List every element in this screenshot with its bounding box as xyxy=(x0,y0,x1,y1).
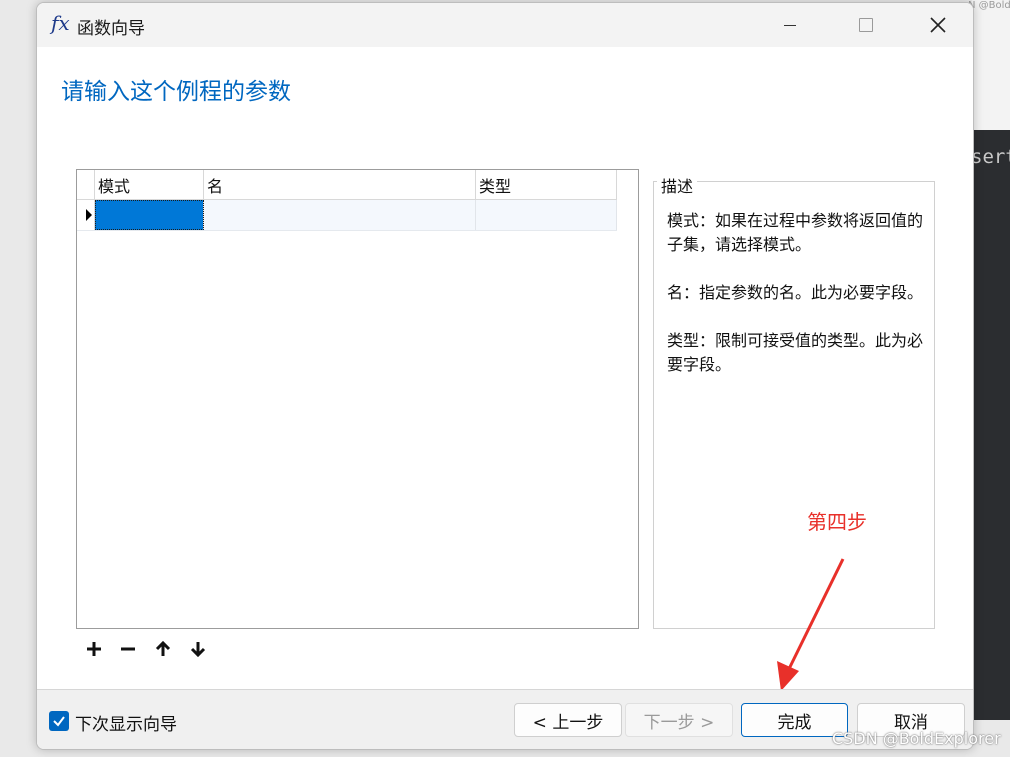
checkmark-icon xyxy=(53,716,65,727)
row-header-corner xyxy=(77,170,95,199)
previous-button[interactable]: < 上一步 xyxy=(514,703,622,737)
cell-mode[interactable] xyxy=(95,200,204,230)
csdn-watermark: CSDN @BoldExplorer xyxy=(832,729,1001,748)
cell-type[interactable] xyxy=(476,200,617,230)
close-icon xyxy=(930,17,946,33)
column-header-mode[interactable]: 模式 xyxy=(95,170,204,199)
background-code-editor xyxy=(972,130,1010,720)
grid-header: 模式 名 类型 xyxy=(77,170,617,200)
description-legend: 描述 xyxy=(657,173,698,197)
background-window xyxy=(972,0,1010,130)
remove-parameter-button[interactable] xyxy=(116,637,140,661)
current-row-arrow-icon xyxy=(86,209,92,221)
window-title: 函数向导 xyxy=(77,19,145,39)
remove-icon xyxy=(121,647,135,651)
background-code-text: sert xyxy=(971,146,1010,168)
next-button: 下一步 > xyxy=(625,703,733,737)
table-row[interactable] xyxy=(77,200,617,231)
maximize-button[interactable] xyxy=(843,3,889,47)
background-watermark: N @Bold xyxy=(968,0,1010,11)
move-down-icon xyxy=(190,642,206,657)
column-header-type[interactable]: 类型 xyxy=(476,170,617,199)
maximize-icon xyxy=(859,18,873,32)
minimize-icon xyxy=(784,24,796,26)
function-wizard-dialog: fx 函数向导 请输入这个例程的参数 模式 名 类型 描述 模式：如果在过程中参… xyxy=(36,2,974,750)
description-name: 名：指定参数的名。此为必要字段。 xyxy=(667,283,924,302)
row-selector[interactable] xyxy=(77,200,95,230)
move-down-button[interactable] xyxy=(186,637,210,661)
move-up-icon xyxy=(155,641,171,656)
move-up-button[interactable] xyxy=(151,637,175,661)
cell-name[interactable] xyxy=(204,200,476,230)
fx-icon: fx xyxy=(51,11,70,35)
column-header-name[interactable]: 名 xyxy=(204,170,476,199)
page-heading: 请输入这个例程的参数 xyxy=(61,79,291,105)
close-button[interactable] xyxy=(915,3,961,47)
description-text: 模式：如果在过程中参数将返回值的子集，请选择模式。 名：指定参数的名。此为必要字… xyxy=(667,209,929,401)
show-wizard-label[interactable]: 下次显示向导 xyxy=(75,710,177,735)
description-type: 类型：限制可接受值的类型。此为必要字段。 xyxy=(667,331,924,374)
parameter-grid[interactable]: 模式 名 类型 xyxy=(76,169,639,629)
add-parameter-button[interactable] xyxy=(82,637,106,661)
title-bar[interactable]: fx 函数向导 xyxy=(37,3,973,47)
add-icon xyxy=(87,642,101,656)
minimize-button[interactable] xyxy=(767,3,813,47)
annotation-arrow-icon xyxy=(777,558,845,691)
description-mode: 模式：如果在过程中参数将返回值的子集，请选择模式。 xyxy=(667,211,924,254)
show-wizard-checkbox[interactable] xyxy=(49,711,69,731)
annotation-label: 第四步 xyxy=(807,510,867,534)
